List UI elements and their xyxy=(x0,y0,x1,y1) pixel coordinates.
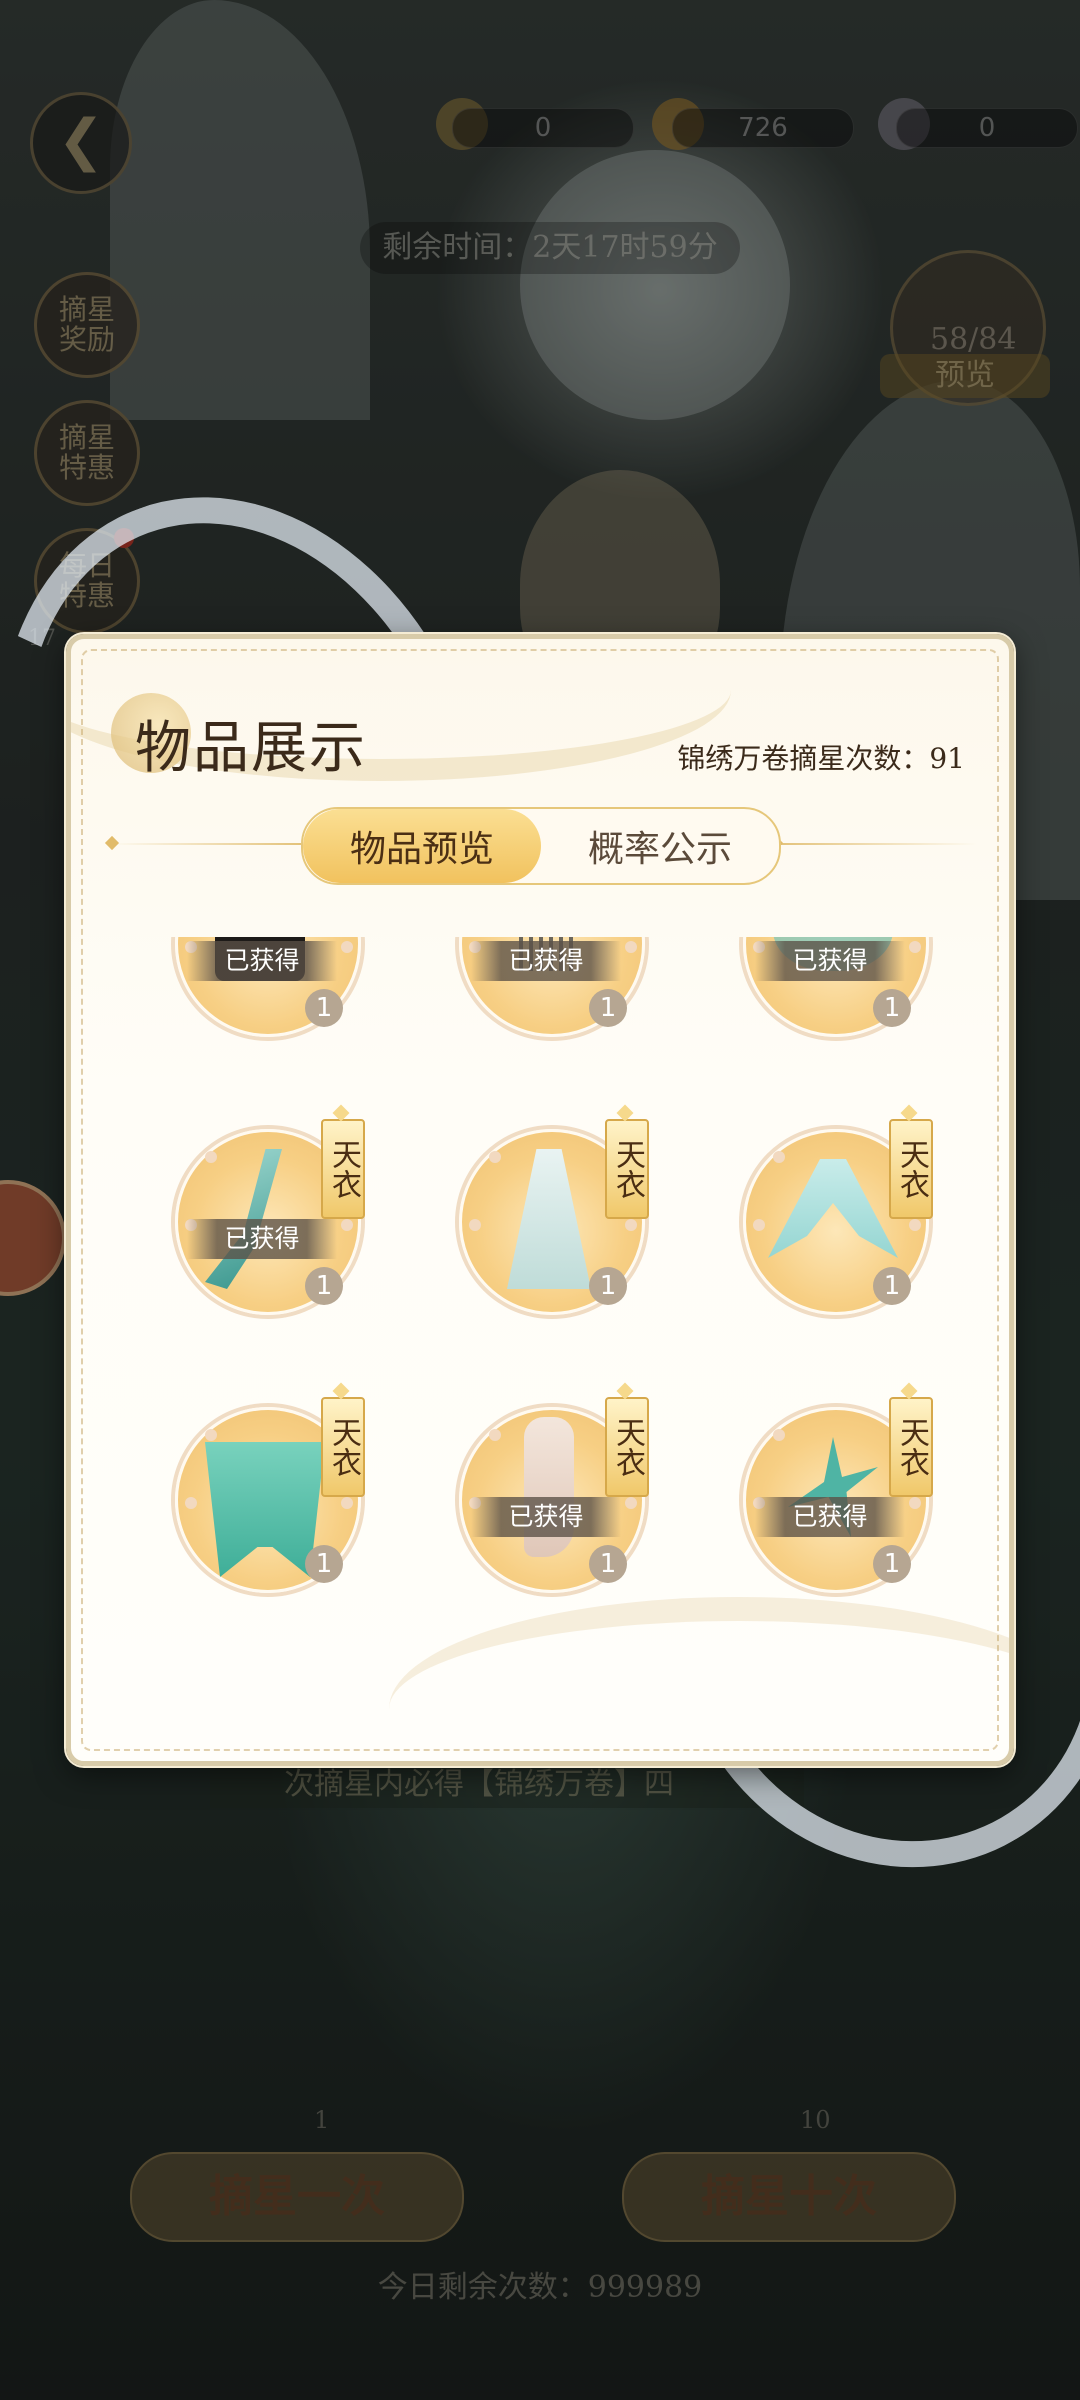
item-grid[interactable]: 已获得 1 已获得 1 已获得 1 已获得 天衣 1 天衣 1 天衣 1 天衣 1 已获得 天衣 1 已获得 天衣 1 xyxy=(101,937,969,1697)
owned-label: 已获得 xyxy=(187,1219,337,1259)
item-quantity: 1 xyxy=(873,1267,911,1305)
frame-dot xyxy=(909,941,921,953)
item-quantity: 1 xyxy=(589,1545,627,1583)
frame-dot xyxy=(489,1151,501,1163)
tab-divider xyxy=(111,843,301,845)
reward-item[interactable]: 已获得 天衣 1 xyxy=(449,1397,649,1597)
item-quantity: 1 xyxy=(305,989,343,1027)
reward-item[interactable]: 已获得 1 xyxy=(733,937,933,1041)
owned-label: 已获得 xyxy=(471,1497,621,1537)
tab-divider xyxy=(777,843,977,845)
frame-dot xyxy=(625,1219,637,1231)
diamond-ornament xyxy=(104,835,120,851)
frame-dot xyxy=(625,941,637,953)
dialog-title: 物品展示 xyxy=(135,716,367,781)
frame-dot xyxy=(185,1497,197,1509)
reward-item[interactable]: 已获得 1 xyxy=(165,937,365,1041)
frame-dot xyxy=(909,1497,921,1509)
frame-dot xyxy=(753,1219,765,1231)
draw-count: 锦绣万卷摘星次数：91 xyxy=(677,742,965,775)
reward-item[interactable]: 天衣 1 xyxy=(165,1397,365,1597)
owned-label: 已获得 xyxy=(755,941,905,981)
item-quantity: 1 xyxy=(305,1545,343,1583)
frame-dot xyxy=(205,1429,217,1441)
owned-label: 已获得 xyxy=(471,941,621,981)
reward-item[interactable]: 已获得 天衣 1 xyxy=(165,1119,365,1319)
frame-dot xyxy=(489,1429,501,1441)
frame-dot xyxy=(205,1151,217,1163)
frame-dot xyxy=(341,1219,353,1231)
frame-dot xyxy=(773,1151,785,1163)
frame-dot xyxy=(625,1497,637,1509)
owned-label: 已获得 xyxy=(187,941,337,981)
item-quantity: 1 xyxy=(305,1267,343,1305)
reward-item[interactable]: 已获得 1 xyxy=(449,937,649,1041)
frame-dot xyxy=(341,1497,353,1509)
reward-item[interactable]: 天衣 1 xyxy=(449,1119,649,1319)
item-quantity: 1 xyxy=(873,989,911,1027)
reward-item[interactable]: 已获得 天衣 1 xyxy=(733,1397,933,1597)
reward-item[interactable]: 天衣 1 xyxy=(733,1119,933,1319)
rarity-badge: 天衣 xyxy=(889,1397,933,1497)
frame-dot xyxy=(773,1429,785,1441)
tab-item-preview[interactable]: 物品预览 xyxy=(303,809,541,883)
rarity-badge: 天衣 xyxy=(605,1397,649,1497)
item-quantity: 1 xyxy=(873,1545,911,1583)
rarity-badge: 天衣 xyxy=(889,1119,933,1219)
item-showcase-dialog: 物品展示 锦绣万卷摘星次数：91 物品预览 概率公示 已获得 1 已获得 1 已获得 1 已… xyxy=(66,634,1014,1766)
owned-label: 已获得 xyxy=(755,1497,905,1537)
rarity-badge: 天衣 xyxy=(321,1119,365,1219)
frame-dot xyxy=(341,941,353,953)
tab-bar: 物品预览 概率公示 xyxy=(301,807,781,885)
rarity-badge: 天衣 xyxy=(605,1119,649,1219)
frame-dot xyxy=(909,1219,921,1231)
rarity-badge: 天衣 xyxy=(321,1397,365,1497)
frame-dot xyxy=(469,1219,481,1231)
item-quantity: 1 xyxy=(589,989,627,1027)
tab-probability[interactable]: 概率公示 xyxy=(541,809,779,883)
item-quantity: 1 xyxy=(589,1267,627,1305)
